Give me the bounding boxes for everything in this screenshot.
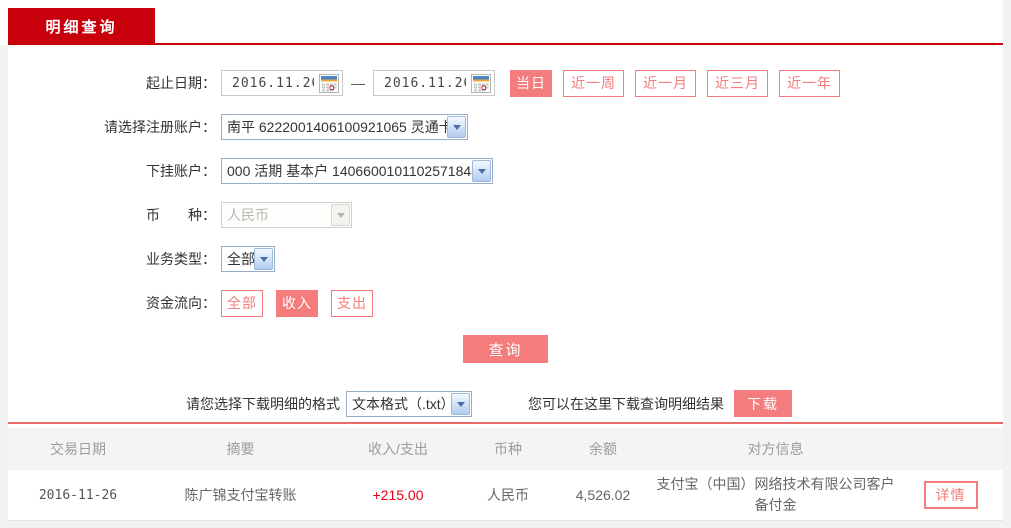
download-row: 请您选择下载明细的格式 文本格式（.txt） 您可以在这里下载查询明细结果 下载 [8, 390, 1003, 417]
business-type-value: 全部 [227, 249, 254, 269]
cell-transaction-date: 2016-11-26 [8, 488, 148, 503]
detail-button[interactable]: 详情 [924, 481, 978, 509]
chevron-down-icon [254, 248, 273, 270]
currency-value: 人民币 [227, 205, 269, 225]
download-format-select[interactable]: 文本格式（.txt） [346, 391, 472, 417]
quick-btn-last-year[interactable]: 近一年 [779, 70, 840, 97]
quick-btn-last-week[interactable]: 近一周 [563, 70, 624, 97]
register-account-select[interactable]: 南平 6222001406100921065 灵通卡 [221, 114, 468, 140]
business-type-label: 业务类型： [8, 249, 216, 269]
col-header-currency: 币种 [463, 439, 553, 459]
section-divider [8, 422, 1003, 424]
tab-detail-query[interactable]: 明细查询 [8, 8, 155, 45]
query-form-panel: 起止日期： — [8, 45, 1003, 521]
date-range-field: — 当日 [221, 70, 851, 97]
fund-flow-row: 资金流向： 全部 收入 支出 [8, 281, 1003, 325]
col-header-amount: 收入/支出 [333, 439, 463, 459]
register-account-field: 南平 6222001406100921065 灵通卡 [221, 114, 468, 140]
calendar-icon[interactable] [471, 74, 491, 93]
cell-balance: 4,526.02 [553, 487, 653, 503]
currency-field: 人民币 [221, 202, 352, 228]
start-date-input[interactable] [222, 72, 314, 94]
currency-select: 人民币 [221, 202, 352, 228]
business-type-row: 业务类型： 全部 [8, 237, 1003, 281]
currency-row: 币 种： 人民币 [8, 193, 1003, 237]
calendar-icon[interactable] [319, 74, 339, 93]
currency-label: 币 种： [8, 205, 216, 225]
download-format-label: 请您选择下载明细的格式 [186, 394, 340, 414]
business-type-select[interactable]: 全部 [221, 246, 275, 272]
register-account-row: 请选择注册账户： 南平 6222001406100921065 灵通卡 [8, 105, 1003, 149]
start-date-box [221, 70, 343, 96]
query-button[interactable]: 查询 [463, 335, 548, 363]
flow-btn-income[interactable]: 收入 [276, 290, 318, 317]
cell-summary: 陈广锦支付宝转账 [148, 485, 333, 505]
flow-btn-all[interactable]: 全部 [221, 290, 263, 317]
sub-account-value: 000 活期 基本户 1406600101102571848 [227, 161, 472, 181]
chevron-down-icon [447, 116, 466, 138]
flow-btn-expense[interactable]: 支出 [331, 290, 373, 317]
register-account-value: 南平 6222001406100921065 灵通卡 [227, 117, 447, 137]
quick-btn-today[interactable]: 当日 [510, 70, 552, 97]
quick-btn-last-month[interactable]: 近一月 [635, 70, 696, 97]
sub-account-select[interactable]: 000 活期 基本户 1406600101102571848 [221, 158, 493, 184]
table-header: 交易日期 摘要 收入/支出 币种 余额 对方信息 [8, 428, 1003, 470]
col-header-counterparty: 对方信息 [653, 439, 898, 459]
end-date-box [373, 70, 495, 96]
end-date-input[interactable] [374, 72, 466, 94]
page: 明细查询 起止日期： [0, 0, 1011, 528]
business-type-field: 全部 [221, 246, 275, 272]
cell-counterparty: 支付宝（中国）网络技术有限公司客户备付金 [653, 470, 898, 520]
tab-label: 明细查询 [45, 16, 117, 37]
register-account-label: 请选择注册账户： [8, 117, 216, 137]
download-format-value: 文本格式（.txt） [352, 394, 451, 414]
date-range-label: 起止日期： [8, 73, 216, 93]
chevron-down-icon [472, 160, 491, 182]
cell-currency: 人民币 [463, 485, 553, 505]
col-header-balance: 余额 [553, 439, 653, 459]
chevron-down-icon [331, 204, 350, 226]
download-button[interactable]: 下载 [734, 390, 792, 417]
col-header-date: 交易日期 [8, 439, 148, 459]
quick-date-buttons: 当日 近一周 近一月 近三月 近一年 [510, 70, 851, 97]
date-separator: — [351, 75, 365, 91]
sub-account-label: 下挂账户： [8, 161, 216, 181]
sub-account-row: 下挂账户： 000 活期 基本户 1406600101102571848 [8, 149, 1003, 193]
fund-flow-buttons: 全部 收入 支出 [221, 290, 386, 317]
sub-account-field: 000 活期 基本户 1406600101102571848 [221, 158, 493, 184]
col-header-summary: 摘要 [148, 439, 333, 459]
quick-btn-last-3-months[interactable]: 近三月 [707, 70, 768, 97]
date-range-row: 起止日期： — [8, 61, 1003, 105]
cell-amount: +215.00 [333, 487, 463, 503]
query-button-row: 查询 [8, 335, 1003, 363]
fund-flow-label: 资金流向： [8, 293, 216, 313]
download-hint: 您可以在这里下载查询明细结果 [528, 394, 724, 414]
chevron-down-icon [451, 393, 470, 415]
table-row: 2016-11-26 陈广锦支付宝转账 +215.00 人民币 4,526.02… [8, 470, 1003, 521]
tab-bar: 明细查询 [0, 0, 1003, 45]
tab-underline [8, 43, 1003, 45]
